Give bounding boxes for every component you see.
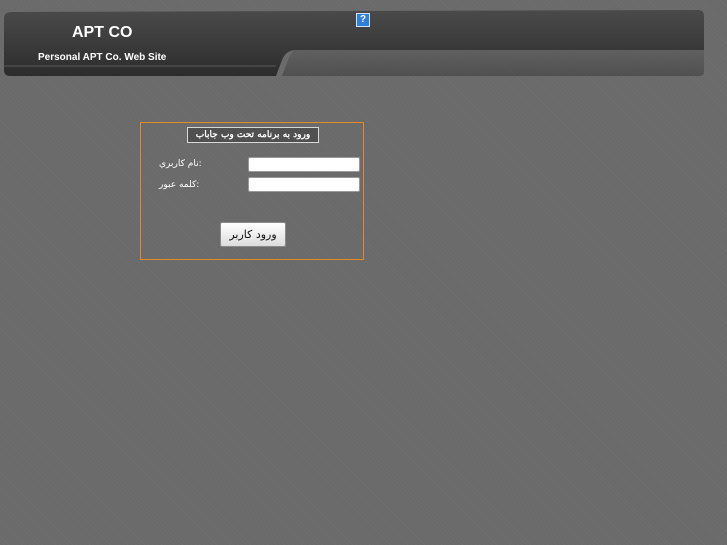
password-field[interactable] — [248, 177, 360, 192]
username-label: :نام کاربري — [159, 159, 202, 169]
login-title: ورود به برنامه تحت وب جاباب — [187, 127, 319, 143]
brand-title: APT CO — [72, 24, 133, 41]
login-button[interactable]: ورود کاربر — [220, 222, 286, 247]
help-icon[interactable]: ? — [356, 13, 370, 27]
password-label: :کلمه عبور — [159, 180, 200, 190]
site-tagline: Personal APT Co. Web Site — [38, 52, 167, 63]
site-header: APT CO Personal APT Co. Web Site — [4, 10, 704, 76]
header-banner — [4, 10, 704, 76]
username-field[interactable] — [248, 157, 360, 172]
login-panel: ورود به برنامه تحت وب جاباب :نام کاربري … — [140, 122, 364, 260]
